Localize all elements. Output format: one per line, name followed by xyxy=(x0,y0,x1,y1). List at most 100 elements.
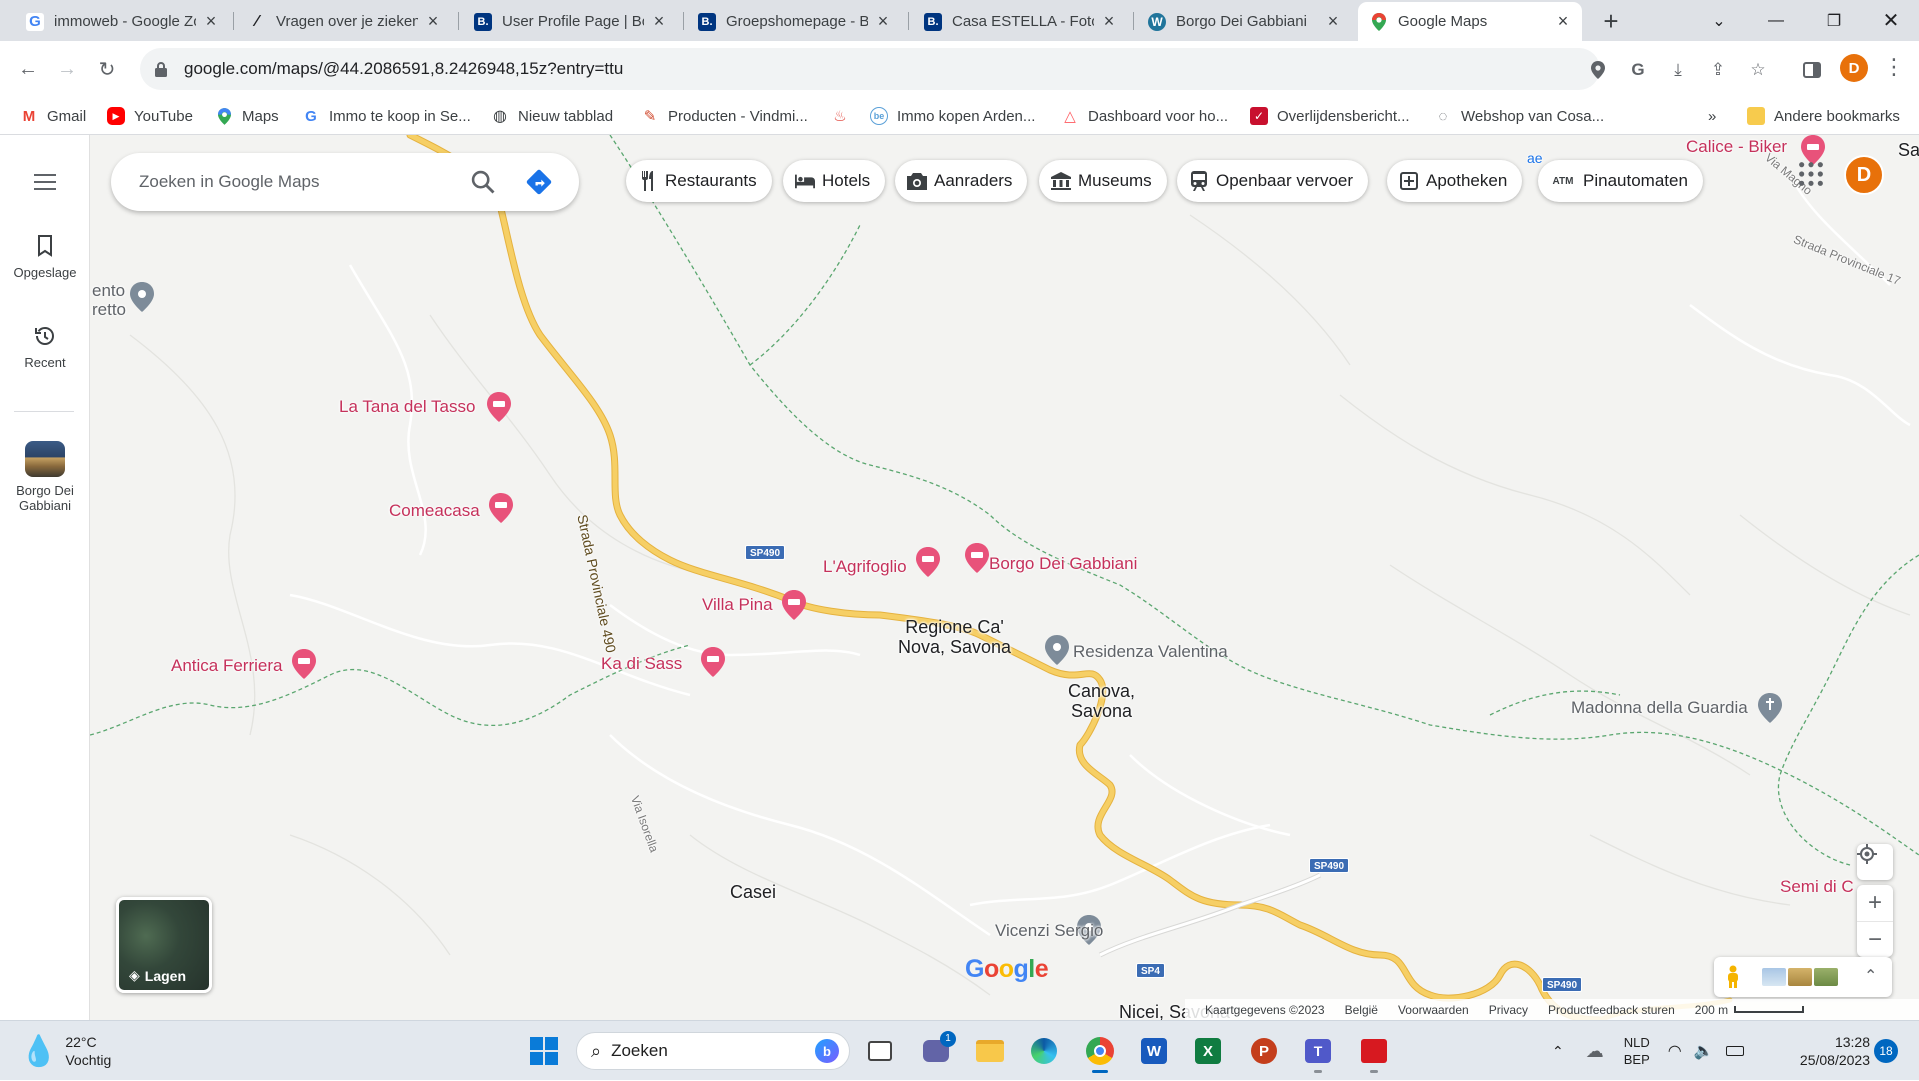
search-icon[interactable] xyxy=(469,168,497,196)
more-bookmarks-button[interactable]: » xyxy=(1708,105,1716,127)
close-icon[interactable]: × xyxy=(874,11,892,32)
close-icon[interactable]: × xyxy=(1100,11,1118,32)
close-icon[interactable]: × xyxy=(1324,11,1342,32)
bookmark-star-icon[interactable]: ☆ xyxy=(1746,58,1770,82)
minimize-button[interactable]: — xyxy=(1747,0,1805,41)
bookmark-immo-te-koop[interactable]: G Immo te koop in Se... xyxy=(302,105,471,127)
other-bookmarks-folder[interactable]: Andere bookmarks xyxy=(1747,105,1900,127)
search-input[interactable] xyxy=(139,172,459,192)
map-canvas[interactable]: Strada Provinciale 490 Strada Provincial… xyxy=(90,135,1919,1020)
new-tab-button[interactable]: + xyxy=(1596,6,1626,36)
volume-icon[interactable]: 🔈 xyxy=(1694,1041,1714,1061)
hotel-pin-icon[interactable] xyxy=(487,392,511,422)
location-icon[interactable] xyxy=(1586,58,1610,82)
imagery-thumb-icon[interactable] xyxy=(1814,968,1838,986)
layers-button[interactable]: ◈ Lagen xyxy=(116,897,212,993)
battery-icon[interactable] xyxy=(1725,1046,1744,1056)
bookmark-producten[interactable]: ✎ Producten - Vindmi... xyxy=(641,105,808,127)
taskbar-teams-chat[interactable]: 1 xyxy=(918,1031,956,1069)
taskbar-chrome[interactable] xyxy=(1082,1033,1118,1073)
profile-avatar[interactable]: D xyxy=(1840,54,1868,82)
tab-groepshomepage[interactable]: B. Groepshomepage - Bo × xyxy=(686,2,902,41)
close-icon[interactable]: × xyxy=(424,11,442,32)
tab-casa-estella[interactable]: B. Casa ESTELLA - Foto's × xyxy=(912,2,1128,41)
wifi-icon[interactable]: ◠ xyxy=(1668,1041,1682,1061)
taskbar-search[interactable]: ⌕ Zoeken b xyxy=(576,1032,850,1070)
chip-hotels[interactable]: Hotels xyxy=(783,160,886,202)
my-location-button[interactable] xyxy=(1857,844,1893,880)
chip-aanraders[interactable]: Aanraders xyxy=(895,160,1028,202)
close-icon[interactable]: × xyxy=(650,11,668,32)
zoom-out-button[interactable]: − xyxy=(1857,921,1893,957)
church-pin-icon[interactable] xyxy=(1758,693,1782,723)
privacy-link[interactable]: Privacy xyxy=(1489,1003,1528,1017)
bookmark-flame[interactable]: ♨ xyxy=(831,105,858,127)
hotel-pin-icon[interactable] xyxy=(489,493,513,523)
more-menu-icon[interactable]: ⋮ xyxy=(1882,54,1906,84)
menu-button[interactable] xyxy=(0,167,90,201)
tab-search-icon[interactable]: ⌄ xyxy=(1690,0,1748,41)
tab-user-profile[interactable]: B. User Profile Page | Bo × xyxy=(462,2,678,41)
imagery-thumb-icon[interactable] xyxy=(1762,968,1786,986)
tab-google-maps[interactable]: Google Maps × xyxy=(1358,2,1582,41)
poi-madonna-della-guardia[interactable]: Madonna della Guardia xyxy=(1571,698,1748,718)
chip-museums[interactable]: Museums xyxy=(1039,160,1167,202)
poi-antica-ferriera[interactable]: Antica Ferriera xyxy=(171,656,282,676)
side-panel-icon[interactable] xyxy=(1797,55,1827,85)
bookmark-maps[interactable]: Maps xyxy=(215,105,279,127)
share-icon[interactable]: ⇪ xyxy=(1706,58,1730,82)
poi-semi-di-c[interactable]: Semi di C xyxy=(1780,877,1854,897)
poi-borgo-dei-gabbiani[interactable]: Borgo Dei Gabbiani xyxy=(989,554,1137,574)
saved-button[interactable]: Opgeslage xyxy=(0,231,90,280)
task-view-button[interactable] xyxy=(862,1033,898,1069)
feedback-link[interactable]: Productfeedback sturen xyxy=(1548,1003,1675,1017)
tab-immoweb[interactable]: G immoweb - Google Zo × xyxy=(14,2,230,41)
back-button[interactable]: ← xyxy=(13,54,43,84)
start-button[interactable] xyxy=(526,1033,562,1069)
chip-pinautomaten[interactable]: ATM Pinautomaten xyxy=(1538,160,1703,202)
hotel-pin-icon[interactable] xyxy=(916,547,940,577)
notification-center-badge[interactable]: 18 xyxy=(1874,1039,1898,1063)
close-icon[interactable]: × xyxy=(1554,11,1572,32)
url-text[interactable]: google.com/maps/@44.2086591,8.2426948,15… xyxy=(184,59,623,79)
google-lens-icon[interactable]: G xyxy=(1626,58,1650,82)
chip-openbaar-vervoer[interactable]: Openbaar vervoer xyxy=(1177,160,1369,202)
chip-restaurants[interactable]: Restaurants xyxy=(626,160,772,202)
place-pin-icon[interactable] xyxy=(130,282,154,312)
hotel-pin-icon[interactable] xyxy=(782,590,806,620)
tab-borgo[interactable]: W Borgo Dei Gabbiani × xyxy=(1136,2,1352,41)
bookmark-webshop[interactable]: ◌ Webshop van Cosa... xyxy=(1434,105,1605,127)
poi-agrifoglio[interactable]: L'Agrifoglio xyxy=(823,557,907,577)
chevron-up-icon[interactable]: ⌃ xyxy=(1552,1043,1564,1060)
close-icon[interactable]: × xyxy=(202,11,220,32)
scale-label[interactable]: 200 m xyxy=(1695,1003,1728,1017)
language-indicator[interactable]: NLD BEP xyxy=(1624,1034,1650,1068)
taskbar-word[interactable]: W xyxy=(1136,1033,1172,1069)
close-window-button[interactable]: ✕ xyxy=(1862,0,1919,41)
address-bar[interactable]: google.com/maps/@44.2086591,8.2426948,15… xyxy=(140,48,1766,90)
hotel-pin-icon[interactable] xyxy=(701,647,725,677)
recent-button[interactable]: Recent xyxy=(0,321,90,370)
forward-button[interactable]: → xyxy=(52,54,82,84)
recent-place-borgo[interactable]: Borgo Dei Gabbiani xyxy=(0,441,90,513)
expand-up-icon[interactable]: ⌃ xyxy=(1864,966,1877,986)
weather-widget[interactable]: 💧 22°C Vochtig xyxy=(20,1033,111,1069)
tab-vragen[interactable]: ∕ Vragen over je ziekenh × xyxy=(236,2,452,41)
taskbar-app-red[interactable] xyxy=(1356,1033,1392,1073)
taskbar-powerpoint[interactable]: P xyxy=(1246,1033,1282,1069)
poi-calice-biker[interactable]: Calice - Biker xyxy=(1686,137,1787,157)
poi-comeacasa[interactable]: Comeacasa xyxy=(389,501,480,521)
place-pin-icon[interactable] xyxy=(1045,635,1069,665)
pegman-icon[interactable] xyxy=(1726,965,1740,989)
terms-link[interactable]: Voorwaarden xyxy=(1398,1003,1469,1017)
poi-ka-di-sass[interactable]: Ka di Sass xyxy=(601,654,682,674)
taskbar-file-explorer[interactable] xyxy=(972,1033,1008,1069)
chip-apotheken[interactable]: Apotheken xyxy=(1387,160,1523,202)
bookmark-immo-kopen[interactable]: be Immo kopen Arden... xyxy=(870,105,1035,127)
country-link[interactable]: België xyxy=(1345,1003,1378,1017)
clock[interactable]: 13:28 25/08/2023 xyxy=(1800,1033,1870,1069)
bookmark-overlijdensbericht[interactable]: ✓ Overlijdensbericht... xyxy=(1250,105,1410,127)
lock-icon[interactable] xyxy=(154,61,168,77)
hotel-pin-icon[interactable] xyxy=(292,649,316,679)
poi-la-tana-del-tasso[interactable]: La Tana del Tasso xyxy=(339,397,475,417)
